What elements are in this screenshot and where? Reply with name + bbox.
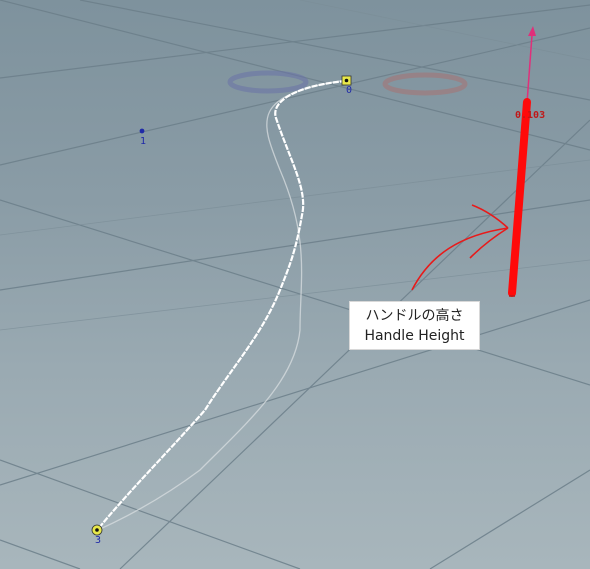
annotation-box: ハンドルの高さ Handle Height	[349, 301, 480, 350]
handle-arrow-head[interactable]	[528, 26, 536, 36]
ground-grid-fine	[0, 0, 590, 331]
handle-value-label: 0.103	[515, 110, 546, 121]
gizmo-ring-red[interactable]	[382, 72, 468, 96]
point-1-label: 1	[140, 136, 147, 147]
point-1-marker[interactable]	[139, 128, 145, 134]
point-3-marker[interactable]	[91, 524, 103, 536]
gizmo-ring-blue[interactable]	[227, 70, 309, 94]
point-0-marker[interactable]	[341, 75, 352, 86]
main-curve[interactable]	[97, 79, 347, 530]
annotation-text-en: Handle Height	[364, 327, 465, 344]
3d-viewport[interactable]: 0 1 3 0.103 ハンドルの高さ Handle Height	[0, 0, 590, 569]
point-3-label: 3	[95, 535, 102, 546]
reference-curve	[97, 79, 347, 531]
point-0-label: 0	[346, 85, 353, 96]
handle-arrow-line[interactable]	[526, 34, 533, 104]
annotation-arrow-head-top	[471, 204, 509, 229]
ground-grid	[0, 0, 590, 569]
annotation-text-jp: ハンドルの高さ	[365, 307, 464, 324]
viewport-scene	[0, 0, 590, 569]
